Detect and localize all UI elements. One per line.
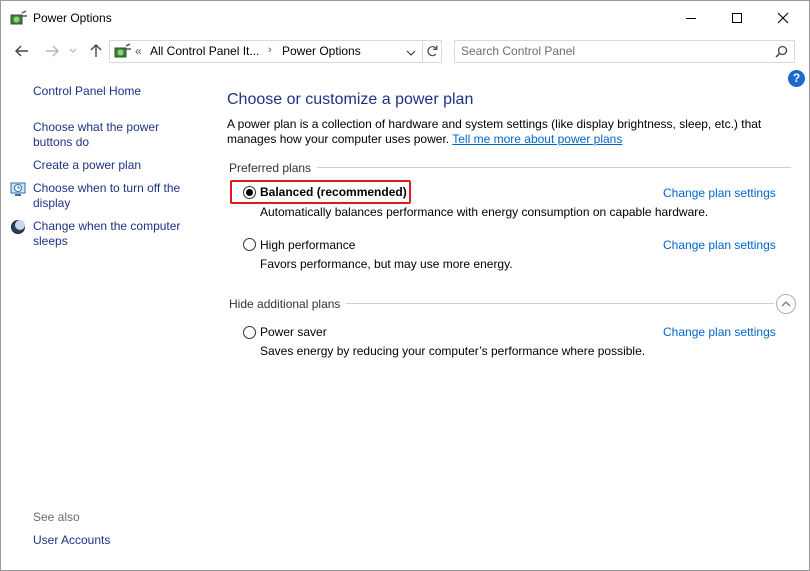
power-saver-plan-description: Saves energy by reducing your computer’s… [260,344,646,358]
moon-icon [10,219,26,238]
display-schedule-icon [10,181,26,200]
sidebar-item-label: Change when the computer [33,219,181,233]
minimize-icon [686,18,696,19]
power-saver-plan-name[interactable]: Power saver [260,325,327,339]
power-options-location-icon [114,43,132,59]
preferred-plans-label: Preferred plans [229,161,318,175]
power-saver-radio[interactable] [243,326,256,339]
page-title: Choose or customize a power plan [227,91,474,108]
selection-highlight-box [230,180,411,204]
maximize-icon [732,13,742,23]
sidebar-item-control-panel-home[interactable]: Control Panel Home [33,84,141,99]
maximize-button[interactable] [714,1,760,35]
address-bar[interactable]: « All Control Panel It... › Power Option… [109,40,442,63]
sidebar-item-power-buttons[interactable]: Choose what the power buttons do [33,120,159,150]
sidebar-item-computer-sleeps[interactable]: Change when the computer sleeps [33,219,180,249]
power-options-app-icon [10,10,28,26]
power-options-window: Power Options « All Control Panel It... … [0,0,810,571]
close-icon [777,12,789,24]
change-plan-settings-power-saver[interactable]: Change plan settings [663,325,776,339]
sidebar-item-label: Choose what the power [33,120,160,134]
sidebar-item-user-accounts[interactable]: User Accounts [33,533,110,548]
breadcrumb-all-control-panel-items[interactable]: All Control Panel It... [150,44,259,58]
see-also-heading: See also [33,510,80,524]
collapse-additional-plans-button[interactable] [776,294,796,314]
sidebar-item-create-power-plan[interactable]: Create a power plan [33,158,141,173]
minimize-button[interactable] [668,1,714,35]
recent-locations-icon[interactable] [68,43,78,59]
sidebar-item-display-off[interactable]: Choose when to turn off the display [33,181,180,211]
search-input[interactable] [461,43,761,59]
window-title: Power Options [33,11,112,25]
sidebar-item-label: sleeps [33,234,68,248]
address-dropdown-icon[interactable] [405,47,417,61]
sidebar-item-label: buttons do [33,135,90,149]
search-icon[interactable] [775,45,788,61]
navigation-bar: « All Control Panel It... › Power Option… [1,35,809,67]
page-description: A power plan is a collection of hardware… [227,117,787,147]
close-button[interactable] [760,1,806,35]
breadcrumb-separator[interactable]: › [268,44,272,56]
sidebar-item-label: Create a power plan [33,158,142,172]
change-plan-settings-high-performance[interactable]: Change plan settings [663,238,776,252]
high-performance-plan-name[interactable]: High performance [260,238,355,252]
balanced-plan-description: Automatically balances performance with … [260,205,709,219]
sidebar-item-label: Choose when to turn off the [33,181,181,195]
breadcrumb-power-options[interactable]: Power Options [282,44,361,58]
hide-additional-plans-label[interactable]: Hide additional plans [229,297,347,311]
change-plan-settings-balanced[interactable]: Change plan settings [663,186,776,200]
chevron-up-icon [781,301,791,307]
up-arrow-icon[interactable] [88,43,106,59]
back-arrow-icon[interactable] [14,43,32,59]
high-performance-plan-description: Favors performance, but may use more ene… [260,257,513,271]
high-performance-radio[interactable] [243,238,256,251]
forward-arrow-icon[interactable] [44,43,62,59]
breadcrumb-overflow[interactable]: « [135,44,142,58]
learn-more-link[interactable]: Tell me more about power plans [452,132,622,146]
help-button[interactable]: ? [788,70,805,87]
refresh-icon [427,45,438,57]
title-bar[interactable]: Power Options [1,1,809,35]
sidebar-item-label: display [33,196,71,210]
search-box[interactable] [454,40,795,63]
refresh-button[interactable] [422,41,442,62]
